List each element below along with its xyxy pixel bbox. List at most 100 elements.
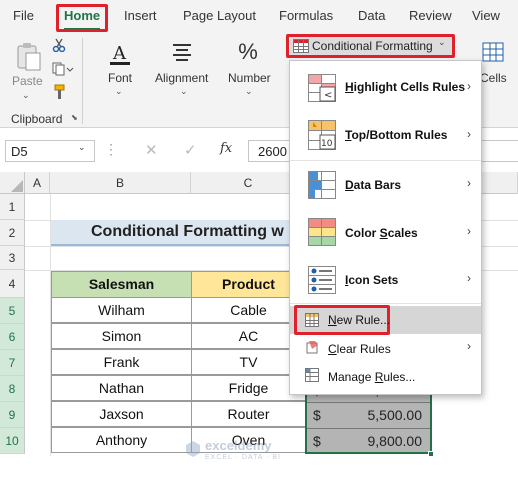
header-salesman[interactable]: Salesman — [51, 271, 192, 298]
new-rule-icon — [305, 313, 319, 327]
cells-icon[interactable] — [482, 42, 504, 62]
menu-item-label: Highlight Cells Rules — [345, 80, 466, 94]
watermark-tagline: EXCEL · DATA · BI — [205, 454, 281, 461]
highlight-cells-rules-icon: < — [308, 74, 336, 102]
tab-review[interactable]: Review — [409, 8, 452, 23]
tab-data[interactable]: Data — [358, 8, 385, 23]
salesman-cell[interactable]: Jaxson — [51, 401, 192, 427]
insert-function-icon[interactable]: fx — [220, 141, 232, 156]
format-painter-icon[interactable] — [52, 84, 66, 100]
tab-page-layout[interactable]: Page Layout — [183, 8, 256, 23]
alignment-group-label[interactable]: Alignment — [155, 71, 208, 85]
menu-item-label: Color Scales — [345, 226, 418, 240]
salesman-cell[interactable]: Simon — [51, 323, 192, 349]
svg-text:A: A — [112, 43, 127, 64]
tab-insert[interactable]: Insert — [124, 8, 157, 23]
tab-formulas[interactable]: Formulas — [279, 8, 333, 23]
menu-item-icon-sets[interactable]: Icon Sets › — [290, 259, 481, 301]
conditional-formatting-chevron-icon: ⌄ — [438, 37, 446, 47]
font-icon[interactable]: A — [107, 40, 133, 68]
row-header-6[interactable]: 6 — [0, 324, 25, 350]
column-header-b[interactable]: B — [50, 172, 191, 194]
conditional-formatting-button[interactable]: Conditional Formatting ⌄ — [290, 37, 452, 55]
cells-group-label[interactable]: Cells — [480, 71, 507, 85]
manage-rules-icon — [305, 368, 319, 382]
watermark-name: exceldemy — [205, 438, 272, 453]
paste-dropdown-chevron-icon[interactable]: ⌄ — [22, 90, 30, 101]
tab-view[interactable]: View — [472, 8, 500, 23]
menu-item-new-rule[interactable]: New Rule... — [290, 305, 481, 335]
menu-item-highlight-cells-rules[interactable]: < Highlight Cells Rules › — [290, 67, 481, 109]
row-header-5[interactable]: 5 — [0, 298, 25, 324]
number-chevron-icon[interactable]: ⌄ — [245, 86, 253, 97]
ribbon-tab-bar: File Home Insert Page Layout Formulas Da… — [0, 0, 518, 34]
paste-label[interactable]: Paste — [12, 74, 43, 88]
menu-item-label: New Rule... — [328, 313, 391, 327]
alignment-icon[interactable] — [170, 40, 194, 66]
row-header-4[interactable]: 4 — [0, 270, 25, 298]
name-box[interactable]: D5 ⌄ — [5, 140, 95, 162]
row-header-2[interactable]: 2 — [0, 220, 25, 246]
menu-item-clear-rules[interactable]: Clear Rules › — [290, 335, 481, 361]
percent-icon[interactable]: % — [235, 39, 261, 67]
submenu-arrow-icon: › — [467, 127, 471, 141]
row-header-1[interactable]: 1 — [0, 194, 25, 220]
submenu-arrow-icon: › — [467, 339, 471, 353]
row-header-9[interactable]: 9 — [0, 402, 25, 428]
svg-text:10: 10 — [321, 139, 333, 149]
column-header-a[interactable]: A — [25, 172, 50, 194]
salesman-cell[interactable]: Frank — [51, 349, 192, 375]
name-box-chevron-icon[interactable]: ⌄ — [78, 142, 86, 153]
menu-item-label: Icon Sets — [345, 273, 399, 287]
tab-file[interactable]: File — [13, 8, 34, 23]
menu-separator — [290, 303, 481, 304]
alignment-chevron-icon[interactable]: ⌄ — [180, 86, 188, 97]
fill-handle[interactable] — [428, 451, 434, 457]
salesman-cell[interactable]: Anthony — [51, 427, 192, 453]
clipboard-launcher-icon[interactable]: ⬊ — [71, 113, 78, 122]
product-cell[interactable]: Router — [191, 401, 306, 427]
cancel-icon[interactable]: ✕ — [145, 141, 158, 159]
salesman-cell[interactable]: Nathan — [51, 375, 192, 401]
copy-icon[interactable] — [52, 62, 74, 76]
row-header-8[interactable]: 8 — [0, 376, 25, 402]
menu-item-manage-rules[interactable]: Manage Rules... — [290, 363, 481, 389]
menu-item-top-bottom-rules[interactable]: 10 Top/Bottom Rules › — [290, 114, 481, 156]
row-header-3[interactable]: 3 — [0, 246, 25, 270]
menu-item-data-bars[interactable]: Data Bars › — [290, 164, 481, 206]
submenu-arrow-icon: › — [467, 176, 471, 190]
name-box-value: D5 — [11, 144, 28, 159]
font-chevron-icon[interactable]: ⌄ — [115, 86, 123, 97]
row-header-10[interactable]: 10 — [0, 428, 25, 454]
row-header-7[interactable]: 7 — [0, 350, 25, 376]
menu-item-label: Manage Rules... — [328, 370, 416, 384]
cut-icon[interactable] — [52, 38, 66, 53]
submenu-arrow-icon: › — [467, 224, 471, 238]
salesman-cell[interactable]: Wilham — [51, 297, 192, 323]
gridline — [307, 428, 430, 429]
menu-item-label: Clear Rules — [328, 342, 391, 356]
formula-input-value: 2600 — [258, 144, 287, 159]
watermark: exceldemy EXCEL · DATA · BI — [185, 438, 335, 468]
select-all-corner[interactable] — [0, 172, 25, 194]
ribbon-separator — [82, 38, 83, 124]
menu-item-label: Data Bars — [345, 178, 402, 192]
menu-item-label: Top/Bottom Rules — [345, 128, 448, 142]
amount-value: 5,500.00 — [367, 407, 423, 423]
enter-icon[interactable]: ✓ — [184, 141, 197, 159]
svg-text:<: < — [324, 90, 332, 101]
icon-sets-icon — [308, 266, 336, 294]
font-group-label[interactable]: Font — [108, 71, 132, 85]
paste-icon[interactable] — [14, 42, 42, 72]
data-bars-icon — [308, 171, 336, 199]
home-tab-highlight — [56, 4, 108, 32]
menu-item-color-scales[interactable]: Color Scales › — [290, 211, 481, 253]
number-group-label[interactable]: Number — [228, 71, 271, 85]
submenu-arrow-icon: › — [467, 79, 471, 93]
menu-separator — [290, 160, 481, 161]
sheet-title: Conditional Formatting w — [91, 223, 284, 240]
conditional-formatting-menu: < Highlight Cells Rules › 10 Top/Bottom … — [289, 60, 482, 395]
color-scales-icon — [308, 218, 336, 246]
sheet-title-cell[interactable]: Conditional Formatting w — [51, 220, 306, 246]
formula-bar-more-icon[interactable]: ⋮ — [104, 141, 118, 158]
